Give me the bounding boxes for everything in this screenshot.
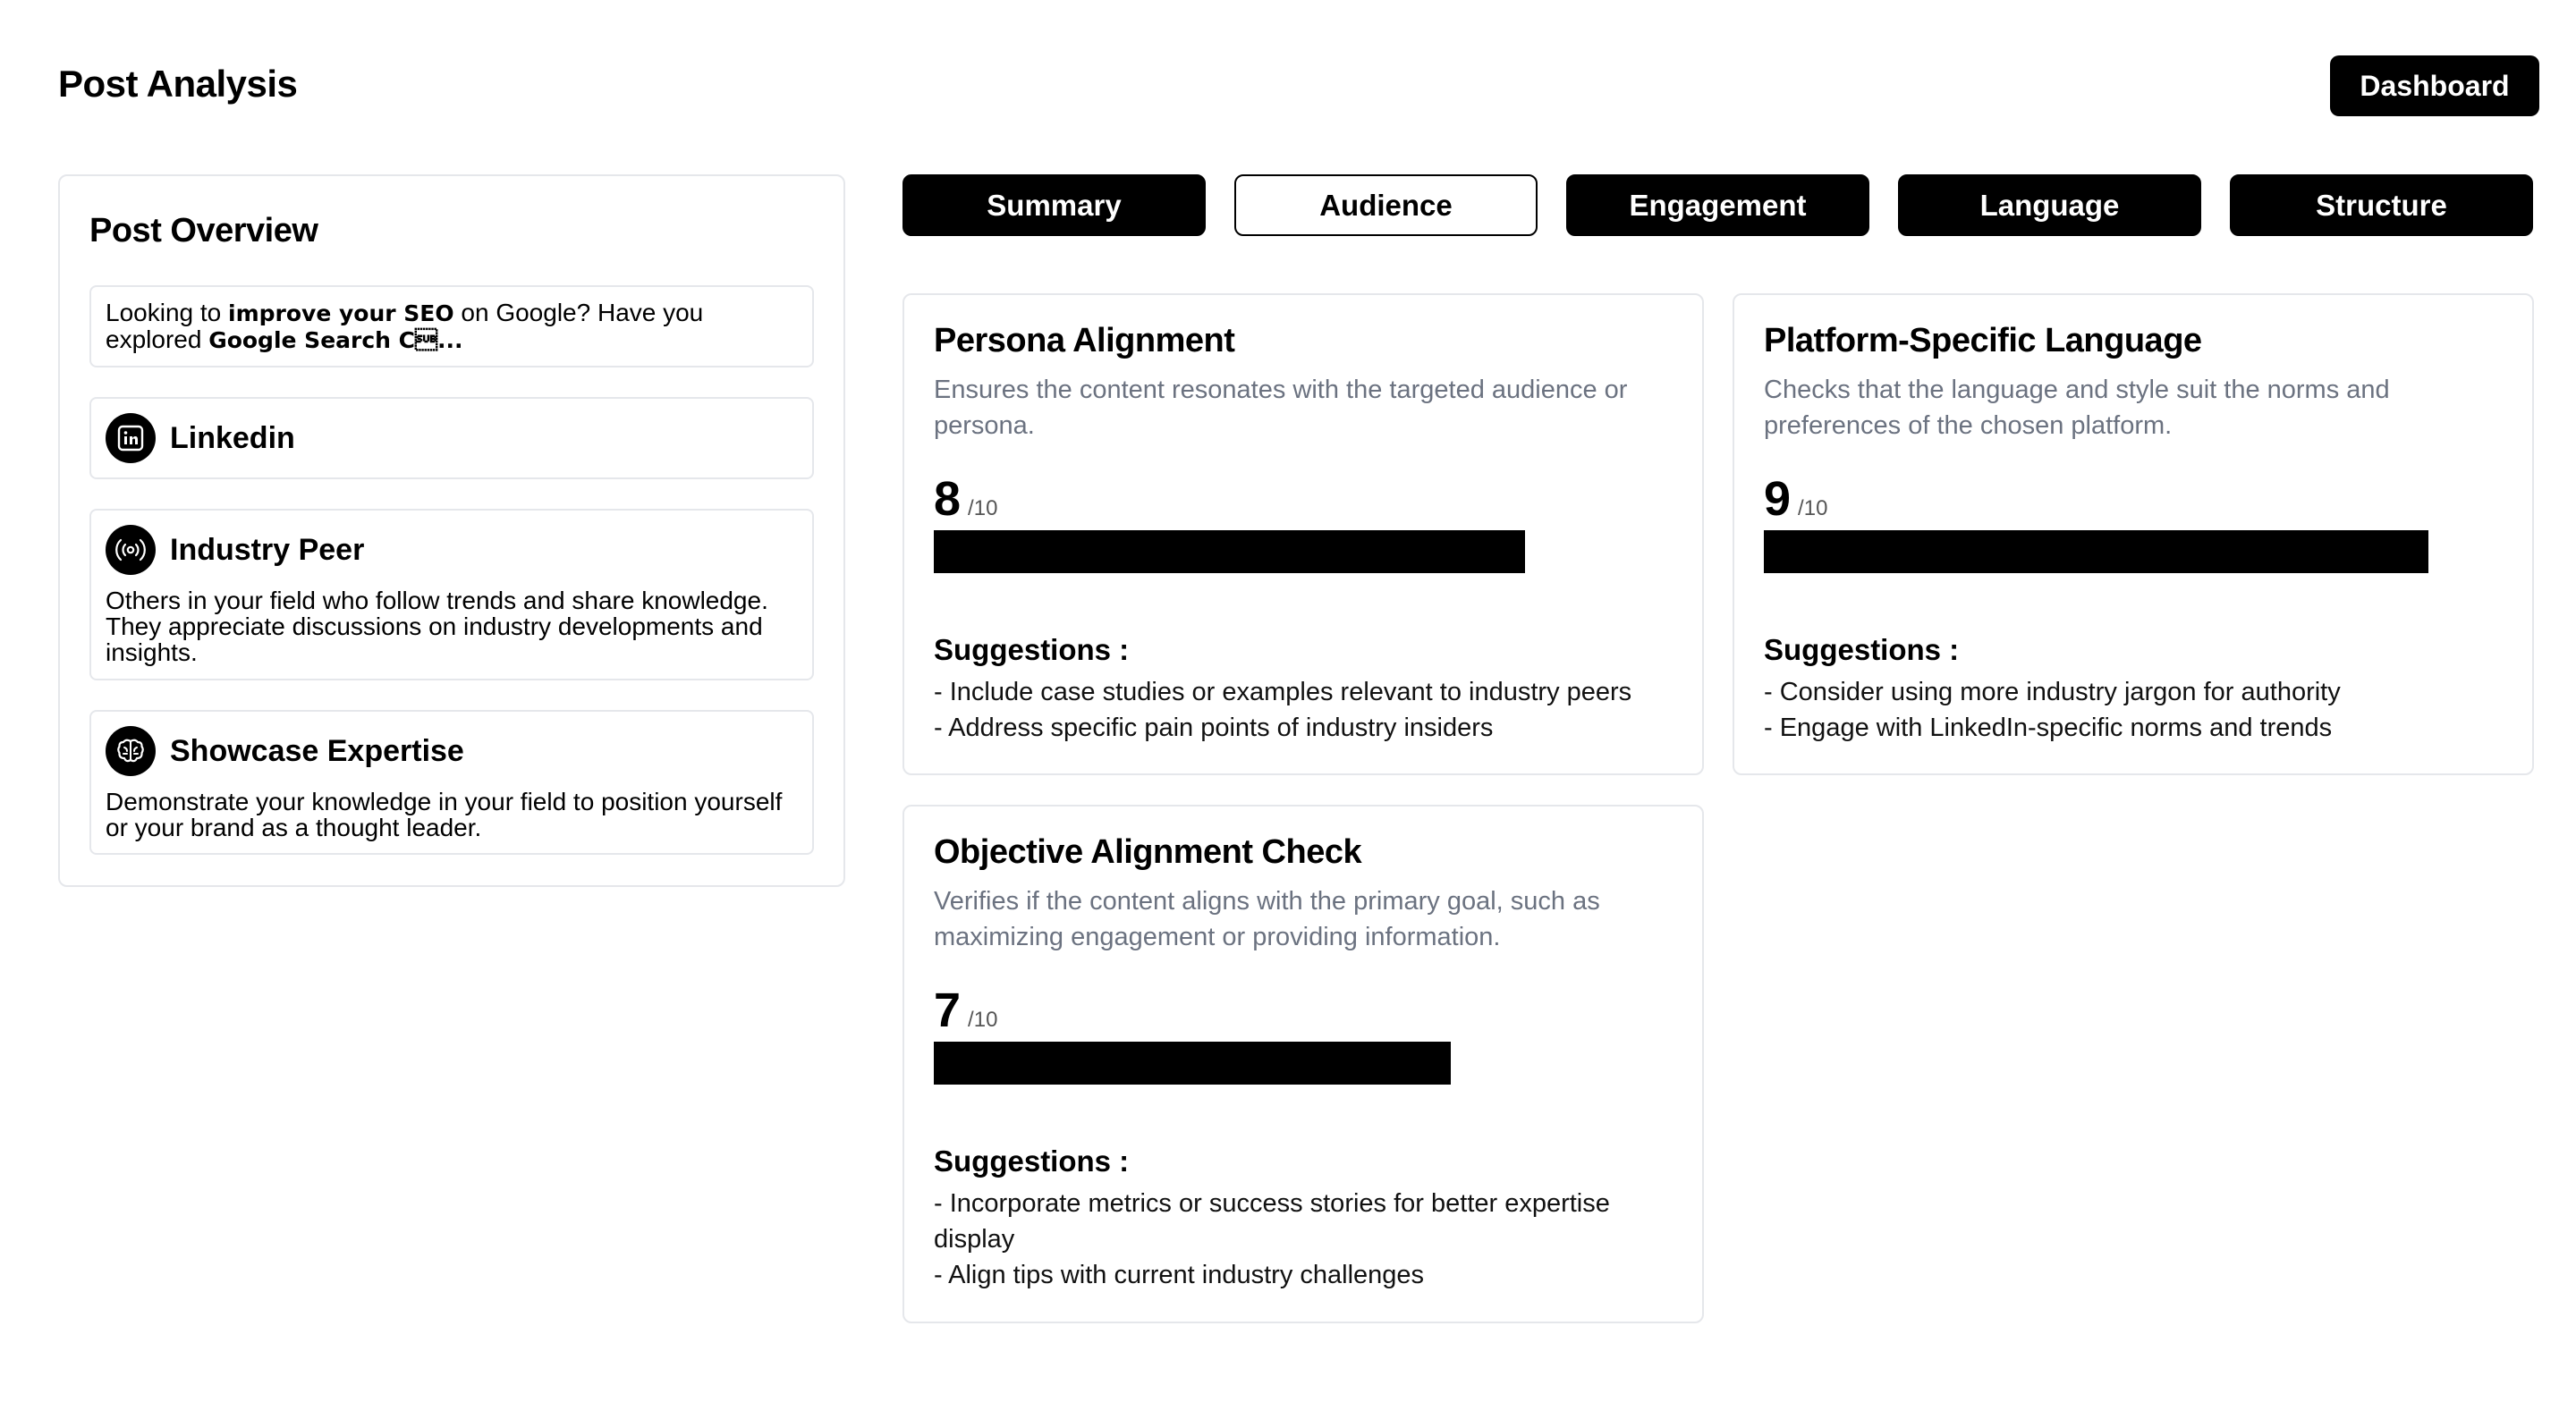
score-bar <box>1764 530 2503 573</box>
post-overview-title: Post Overview <box>89 212 318 249</box>
post-text-prefix: Looking to <box>106 299 228 326</box>
post-overview-panel: Post Overview Looking to improve your SE… <box>58 174 845 887</box>
tab-audience[interactable]: Audience <box>1234 174 1538 236</box>
score-bar <box>934 530 1673 573</box>
tab-engagement[interactable]: Engagement <box>1566 174 1869 236</box>
persona-item: Industry Peer Others in your field who f… <box>89 509 814 680</box>
dashboard-button[interactable]: Dashboard <box>2330 55 2539 116</box>
card-title: Platform-Specific Language <box>1764 322 2202 359</box>
tab-summary[interactable]: Summary <box>902 174 1206 236</box>
suggestion-item: - Consider using more industry jargon fo… <box>1764 678 2341 706</box>
score-max: /10 <box>968 1008 998 1032</box>
objective-label: Showcase Expertise <box>170 733 464 768</box>
objective-alignment-card: Objective Alignment Check Verifies if th… <box>902 805 1704 1323</box>
score-readout: 8 /10 <box>934 471 997 527</box>
post-text-preview: Looking to improve your SEO on Google? H… <box>89 285 814 367</box>
score-readout: 7 /10 <box>934 983 997 1038</box>
suggestions-list: - Consider using more industry jargon fo… <box>1764 674 2496 746</box>
objective-description: Demonstrate your knowledge in your field… <box>106 788 783 841</box>
score-value: 7 <box>934 984 962 1037</box>
score-bar-fill <box>934 1042 1452 1085</box>
platform-item: Linkedin <box>89 397 814 479</box>
card-description: Ensures the content resonates with the t… <box>934 376 1628 440</box>
card-description: Verifies if the content aligns with the … <box>934 887 1600 951</box>
score-max: /10 <box>968 496 998 520</box>
suggestion-item: - Incorporate metrics or success stories… <box>934 1189 1610 1254</box>
persona-label: Industry Peer <box>170 532 365 567</box>
persona-description: Others in your field who follow trends a… <box>106 587 768 666</box>
post-text-highlight: Google Search C... <box>208 327 463 353</box>
platform-label: Linkedin <box>170 420 295 455</box>
suggestion-item: - Engage with LinkedIn-specific norms an… <box>1764 714 2333 742</box>
score-bar-fill <box>1764 530 2429 573</box>
tab-language[interactable]: Language <box>1898 174 2201 236</box>
broadcast-icon <box>106 525 156 575</box>
score-max: /10 <box>1798 496 1828 520</box>
score-value: 8 <box>934 472 962 526</box>
score-bar <box>934 1042 1673 1085</box>
card-description: Checks that the language and style suit … <box>1764 376 2390 440</box>
objective-item: Showcase Expertise Demonstrate your know… <box>89 710 814 855</box>
tab-structure[interactable]: Structure <box>2230 174 2533 236</box>
suggestion-item: - Align tips with current industry chall… <box>934 1261 1425 1289</box>
linkedin-icon <box>106 413 156 463</box>
suggestions-list: - Incorporate metrics or success stories… <box>934 1186 1666 1293</box>
persona-alignment-card: Persona Alignment Ensures the content re… <box>902 293 1704 775</box>
brain-icon <box>106 726 156 776</box>
suggestions-list: - Include case studies or examples relev… <box>934 674 1666 746</box>
score-bar-fill <box>934 530 1525 573</box>
card-title: Persona Alignment <box>934 322 1235 359</box>
score-readout: 9 /10 <box>1764 471 1827 527</box>
page-title: Post Analysis <box>58 63 298 105</box>
suggestions-title: Suggestions : <box>934 1144 1130 1178</box>
suggestions-title: Suggestions : <box>1764 633 1960 666</box>
platform-language-card: Platform-Specific Language Checks that t… <box>1733 293 2534 775</box>
post-text-highlight: improve your SEO <box>228 300 454 326</box>
score-value: 9 <box>1764 472 1792 526</box>
post-analysis-page: Post Analysis Dashboard Post Overview Lo… <box>0 0 2576 1402</box>
card-title: Objective Alignment Check <box>934 833 1362 871</box>
suggestion-item: - Include case studies or examples relev… <box>934 678 1632 706</box>
suggestions-title: Suggestions : <box>934 633 1130 666</box>
suggestion-item: - Address specific pain points of indust… <box>934 714 1494 742</box>
